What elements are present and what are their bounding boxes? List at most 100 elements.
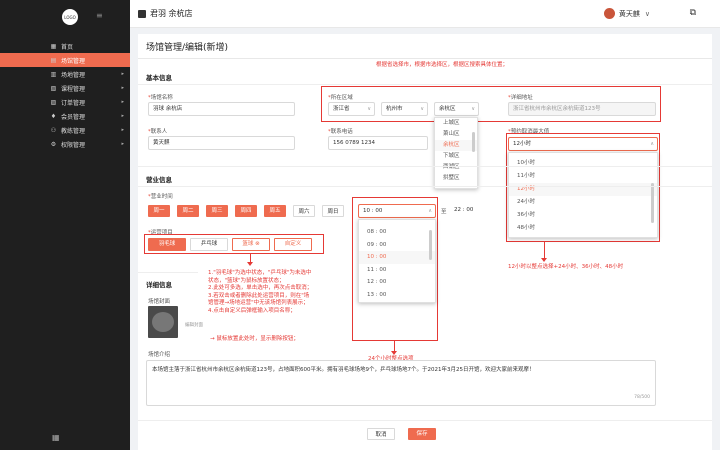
sidebar-item-2[interactable]: ▥ 场地管理 ▸ xyxy=(0,67,130,81)
annotation-line-text: 3.若双击或者删除此处运营项目，则在"场 xyxy=(208,292,310,299)
user-name[interactable]: 黄天麒 xyxy=(619,9,640,19)
chevron-down-icon: ∨ xyxy=(420,106,424,112)
section-detail-title: 详细信息 xyxy=(146,281,172,289)
district-option[interactable]: 西湖区 xyxy=(435,162,477,173)
weekday-3[interactable]: 周四 xyxy=(235,205,257,217)
intro-label: 场馆介绍 xyxy=(148,352,171,358)
chevron-down-icon: ∨ xyxy=(367,106,371,112)
annotation-line-text: 馆管理→场地运营"中无该场馆列表展示； xyxy=(208,300,309,306)
weekday-2[interactable]: 周三 xyxy=(206,205,228,217)
district-option[interactable]: 下城区 xyxy=(435,151,477,162)
hours-label: *营业时间 xyxy=(148,194,173,200)
advance-option[interactable]: 12小时 xyxy=(509,183,657,196)
scrollbar[interactable] xyxy=(472,132,475,152)
sidebar-item-3[interactable]: ▧ 课程管理 ▸ xyxy=(0,81,130,95)
cover-note: 编辑封面 xyxy=(185,323,203,328)
sidebar-item-4[interactable]: ▨ 订单管理 ▸ xyxy=(0,95,130,109)
project-custom[interactable]: 自定义 xyxy=(274,238,312,251)
advance-select[interactable]: 12小时 ∧ xyxy=(508,137,658,151)
logo: LOGO xyxy=(62,9,78,25)
time-option[interactable]: 08 : 00 xyxy=(359,226,435,239)
advance-option[interactable]: 10小时 xyxy=(509,157,657,170)
venue-name-input[interactable]: 羽球 余杭店 xyxy=(148,102,295,116)
intro-textarea[interactable]: 本场馆主落于浙江省杭州市余杭区余杭街道123号，占地面积600平米。拥有羽毛球场… xyxy=(146,360,656,406)
project-basketball[interactable]: 篮球 ⊗ xyxy=(232,238,270,251)
chevron-right-icon: ▸ xyxy=(121,85,124,91)
sidebar-item-label: 会员管理 xyxy=(61,113,86,121)
char-counter: 78/500 xyxy=(634,395,650,400)
advance-dropdown: 10小时 11小时 12小时 24小时 36小时 48小时 xyxy=(508,152,658,238)
advance-option[interactable]: 11小时 xyxy=(509,170,657,183)
sidebar-item-label: 教练管理 xyxy=(61,127,86,135)
avatar[interactable] xyxy=(603,8,615,19)
chevron-up-icon: ∧ xyxy=(650,141,654,147)
project-badminton[interactable]: 羽毛球 xyxy=(148,238,186,251)
user-menu[interactable]: 黄天麒 ∨ xyxy=(603,8,650,19)
time-option[interactable]: 09 : 00 xyxy=(359,239,435,252)
menu-icon: ▥ xyxy=(50,70,57,78)
cover-photo xyxy=(152,312,174,332)
district-option[interactable]: 余杭区 xyxy=(435,140,477,151)
scrollbar[interactable] xyxy=(429,230,432,260)
sidebar-menu: ▦ 首页 ▤ 场馆管理 ▥ 场地管理 ▸ ▧ 课程管理 ▸ ▨ 订单管理 ▸ ♦ 会员管理 ▸ ⚇ 教练管理 ▸ ⚙ 权… xyxy=(0,39,130,151)
chevron-down-icon[interactable]: ∨ xyxy=(645,10,650,18)
save-button[interactable]: 保存 xyxy=(408,428,436,440)
advance-option[interactable]: 36小时 xyxy=(509,209,657,222)
fullscreen-icon[interactable]: ⧉ xyxy=(690,8,696,18)
province-select[interactable]: 浙江省 ∨ xyxy=(328,102,375,116)
divider xyxy=(138,58,712,59)
district-option[interactable]: 上城区 xyxy=(435,118,477,129)
divider xyxy=(138,166,712,167)
sidebar-item-0[interactable]: ▦ 首页 xyxy=(0,39,130,53)
chevron-down-icon: ∨ xyxy=(471,106,475,112)
project-pingpong[interactable]: 乒乓球 xyxy=(190,238,228,251)
phone-label: *联系电话 xyxy=(328,129,353,135)
cover-label: 场馆封面 xyxy=(148,299,171,305)
qr-code-icon[interactable]: ▦ xyxy=(52,433,60,442)
time-option[interactable]: 11 : 00 xyxy=(359,264,435,277)
sidebar-item-7[interactable]: ⚙ 权限管理 ▸ xyxy=(0,137,130,151)
district-select[interactable]: 余杭区 ∨ xyxy=(434,102,479,116)
time-option[interactable]: 13 : 00 xyxy=(359,289,435,302)
menu-icon: ⚙ xyxy=(50,140,57,148)
chevron-right-icon: ▸ xyxy=(121,71,124,77)
weekday-4[interactable]: 周五 xyxy=(264,205,286,217)
sidebar-item-label: 场馆管理 xyxy=(61,57,86,65)
weekday-1[interactable]: 周二 xyxy=(177,205,199,217)
weekday-6[interactable]: 周日 xyxy=(322,205,344,217)
annotation-cover: → 鼠标放置此处时，显示删除按钮； xyxy=(210,336,299,342)
address-input[interactable]: 浙江省杭州市余杭区余杭街道123号 xyxy=(508,102,656,116)
divider xyxy=(138,186,712,187)
sidebar-item-label: 课程管理 xyxy=(61,85,86,93)
logo-area: LOGO xyxy=(0,0,130,34)
annotation-line-text: 2.此处可多选，单击选中，再次点击取消； xyxy=(208,285,313,291)
city-select[interactable]: 杭州市 ∨ xyxy=(381,102,428,116)
sidebar-item-6[interactable]: ⚇ 教练管理 ▸ xyxy=(0,123,130,137)
end-time-select[interactable]: 22 : 00 xyxy=(450,204,500,218)
brand-title: 君羽 余杭店 xyxy=(150,9,193,18)
chevron-right-icon: ▸ xyxy=(121,99,124,105)
chevron-right-icon: ▸ xyxy=(121,127,124,133)
address-label: *详细地址 xyxy=(508,95,533,101)
menu-collapse-icon[interactable]: ≡ xyxy=(96,11,103,20)
section-basic-title: 基本信息 xyxy=(146,74,172,82)
sidebar-item-5[interactable]: ♦ 会员管理 ▸ xyxy=(0,109,130,123)
annotation-line-text: 4.点击自定义后弹框输入项目名称； xyxy=(208,307,296,314)
time-option[interactable]: 12 : 00 xyxy=(359,276,435,289)
advance-option[interactable]: 48小时 xyxy=(509,222,657,235)
district-option[interactable]: 拱墅区 xyxy=(435,173,477,184)
top-header: 君羽 余杭店 黄天麒 ∨ ⧉ xyxy=(130,0,720,28)
cover-image[interactable] xyxy=(148,306,178,338)
time-option[interactable]: 10 : 00 xyxy=(359,251,435,264)
weekday-5[interactable]: 周六 xyxy=(293,205,315,217)
weekday-0[interactable]: 周一 xyxy=(148,205,170,217)
district-option[interactable]: 萧山区 xyxy=(435,129,477,140)
advance-option[interactable]: 24小时 xyxy=(509,196,657,209)
close-icon[interactable]: ⊗ xyxy=(255,241,260,247)
page-title: 场馆管理/编辑(新增) xyxy=(146,43,229,53)
sidebar-item-1[interactable]: ▤ 场馆管理 xyxy=(0,53,130,67)
contact-input[interactable]: 黄天麒 xyxy=(148,136,295,150)
phone-input[interactable]: 156 0789 1234 xyxy=(328,136,428,150)
cancel-button[interactable]: 取消 xyxy=(367,428,395,440)
scrollbar[interactable] xyxy=(651,183,654,223)
